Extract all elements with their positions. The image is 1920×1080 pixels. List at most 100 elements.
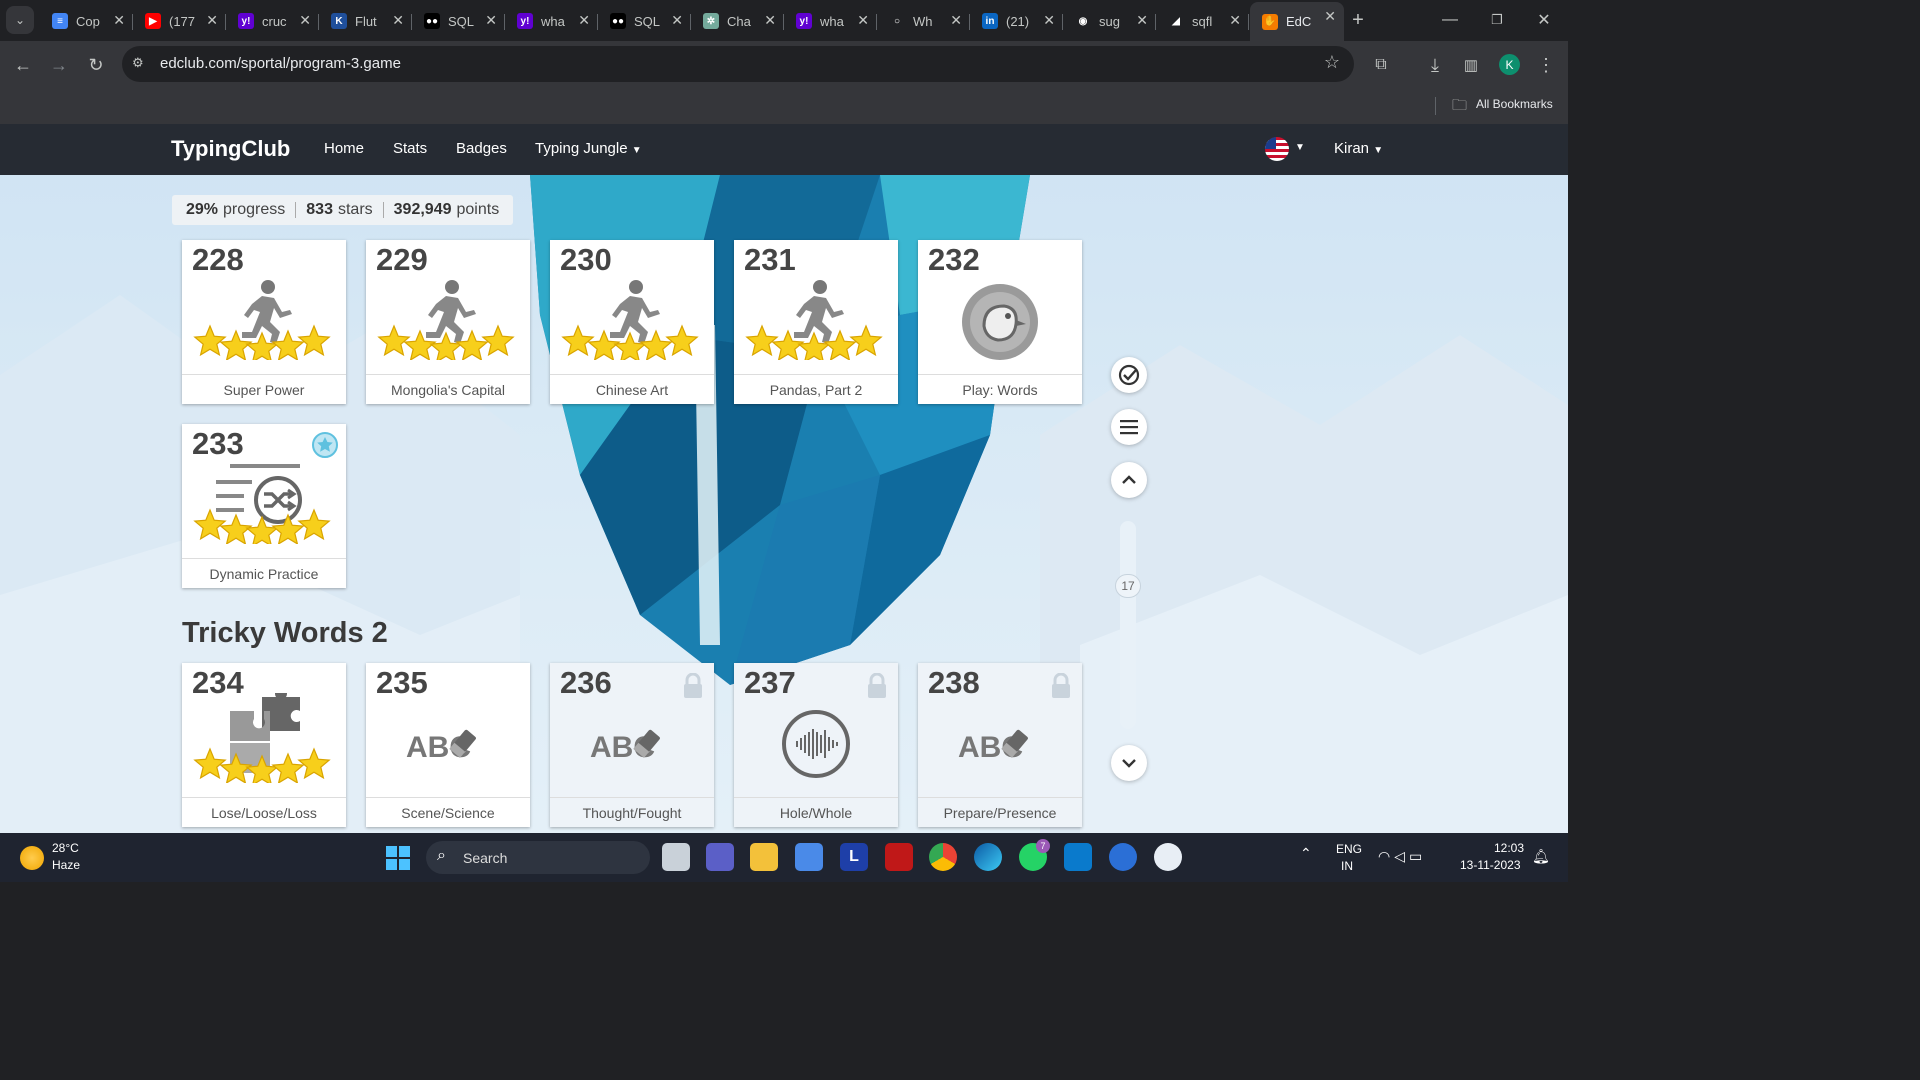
weather-temp[interactable]: 28°C (52, 841, 79, 855)
android-studio-icon[interactable] (1109, 843, 1137, 871)
browser-tab[interactable]: ≡ Cop ✕ (40, 6, 133, 36)
browser-tab[interactable]: y! wha ✕ (784, 6, 877, 36)
nav-home[interactable]: Home (324, 140, 364, 157)
reload-icon[interactable]: ↻ (82, 51, 110, 79)
tab-close-icon[interactable]: ✕ (1136, 12, 1148, 29)
menu-kebab-icon[interactable]: ⋮ (1532, 51, 1560, 79)
tab-close-icon[interactable]: ✕ (113, 12, 125, 29)
vscode-icon[interactable] (1064, 843, 1092, 871)
teams-chat-icon[interactable] (706, 843, 734, 871)
nav-typing-jungle[interactable]: Typing Jungle ▼ (535, 140, 642, 157)
clock-time[interactable]: 12:03 (1494, 841, 1524, 855)
check-circle-button[interactable] (1111, 357, 1147, 393)
tab-close-icon[interactable]: ✕ (857, 12, 869, 29)
chevron-up-icon[interactable]: ⌃ (1300, 845, 1312, 862)
new-tab-button[interactable]: + (1344, 6, 1372, 34)
tab-close-icon[interactable]: ✕ (485, 12, 497, 29)
tab-search-chevron-icon[interactable]: ⌄ (6, 6, 34, 34)
taskbar-search-box[interactable]: ⌕ Search (426, 841, 650, 874)
lesson-card[interactable]: 228 Super Power (182, 240, 346, 404)
back-icon[interactable]: ← (9, 51, 37, 79)
browser-tab[interactable]: ✋ EdC ✕ (1250, 2, 1344, 41)
restore-icon[interactable]: ❐ (1483, 6, 1511, 34)
browser-tab[interactable]: ●● SQL ✕ (412, 6, 505, 36)
browser-tab[interactable]: K Flut ✕ (319, 6, 412, 36)
minimize-icon[interactable]: — (1436, 6, 1464, 34)
tab-close-icon[interactable]: ✕ (578, 12, 590, 29)
brand-logo[interactable]: TypingClub (171, 136, 290, 162)
weather-desc[interactable]: Haze (52, 858, 80, 872)
scroll-down-button[interactable] (1111, 745, 1147, 781)
browser-tab[interactable]: ◉ sug ✕ (1063, 6, 1156, 36)
nav-stats[interactable]: Stats (393, 140, 427, 157)
divider (382, 202, 384, 218)
clock-date[interactable]: 13-11-2023 (1460, 858, 1521, 872)
language-code[interactable]: ENG (1336, 842, 1362, 856)
tab-favicon-icon: y! (796, 13, 812, 29)
scroll-track[interactable] (1120, 521, 1136, 729)
bookmark-star-icon[interactable]: ☆ (1324, 52, 1340, 73)
tab-title: (177 (169, 13, 196, 29)
profile-avatar[interactable]: K (1499, 54, 1520, 75)
close-window-icon[interactable]: ✕ (1530, 6, 1558, 34)
wifi-volume-battery-icons[interactable]: ◠◁▭ (1378, 848, 1426, 865)
tab-close-icon[interactable]: ✕ (1043, 12, 1055, 29)
site-info-icon[interactable]: ⚙ (132, 55, 150, 73)
task-view-icon[interactable] (662, 843, 690, 871)
tab-close-icon[interactable]: ✕ (299, 12, 311, 29)
lesson-card[interactable]: 238 ABC Prepare/Presence (918, 663, 1082, 827)
folder-icon[interactable]: 🗀 (1452, 95, 1467, 120)
lesson-card[interactable]: 229 Mongolia's Capital (366, 240, 530, 404)
lesson-card[interactable]: 236 ABC Thought/Fought (550, 663, 714, 827)
weather-icon[interactable] (20, 846, 44, 870)
side-panel-icon[interactable]: ▥ (1457, 51, 1485, 79)
browser-tab[interactable]: y! cruc ✕ (226, 6, 319, 36)
tab-close-icon[interactable]: ✕ (1324, 8, 1336, 25)
windows-start-icon[interactable] (386, 846, 410, 870)
browser-tab[interactable]: ○ Wh ✕ (877, 6, 970, 36)
lesson-card[interactable]: 235 ABC Scene/Science (366, 663, 530, 827)
tab-close-icon[interactable]: ✕ (1229, 12, 1241, 29)
file-explorer-icon[interactable] (750, 843, 778, 871)
caret-down-icon[interactable]: ▼ (1295, 142, 1305, 153)
lesson-card[interactable]: 230 Chinese Art (550, 240, 714, 404)
tab-close-icon[interactable]: ✕ (392, 12, 404, 29)
nav-badges[interactable]: Badges (456, 140, 507, 157)
browser-tab[interactable]: ▶ (177 ✕ (133, 6, 226, 36)
browser-tab[interactable]: ●● SQL ✕ (598, 6, 691, 36)
tab-close-icon[interactable]: ✕ (206, 12, 218, 29)
url-text[interactable]: edclub.com/sportal/program-3.game (160, 55, 401, 72)
extensions-icon[interactable]: ⧉ (1367, 51, 1395, 79)
all-bookmarks-link[interactable]: All Bookmarks (1476, 97, 1553, 111)
edge-icon[interactable] (974, 843, 1002, 871)
lesson-card[interactable]: 233 Dynamic Practice (182, 424, 346, 588)
download-icon[interactable]: ⤓ (1421, 51, 1449, 79)
browser-tab[interactable]: ✲ Cha ✕ (691, 6, 784, 36)
user-menu[interactable]: Kiran ▼ (1334, 140, 1383, 157)
browser-tab[interactable]: in (21) ✕ (970, 6, 1063, 36)
address-bar[interactable]: ⚙ edclub.com/sportal/program-3.game ☆ (122, 46, 1354, 82)
lesson-card[interactable]: 231 Pandas, Part 2 (734, 240, 898, 404)
lesson-card[interactable]: 234 Lose/Loose/Loss (182, 663, 346, 827)
tab-close-icon[interactable]: ✕ (671, 12, 683, 29)
microsoft-store-icon[interactable] (795, 843, 823, 871)
tab-close-icon[interactable]: ✕ (950, 12, 962, 29)
scroll-up-button[interactable] (1111, 462, 1147, 498)
mcafee-icon[interactable] (885, 843, 913, 871)
lesson-card[interactable]: 232 Play: Words (918, 240, 1082, 404)
lesson-card[interactable]: 237 Hole/Whole (734, 663, 898, 827)
browser-tab[interactable]: ◢ sqfl ✕ (1156, 6, 1249, 36)
chrome-icon[interactable] (929, 843, 957, 871)
forward-icon[interactable]: → (45, 51, 73, 79)
menu-button[interactable] (1111, 409, 1147, 445)
us-flag-icon[interactable] (1265, 137, 1289, 161)
app-icon[interactable] (1154, 843, 1182, 871)
tab-title: cruc (262, 13, 287, 29)
notification-bell-icon[interactable]: 🔔︎ (1532, 848, 1550, 865)
browser-tab[interactable]: y! wha ✕ (505, 6, 598, 36)
scroll-indicator[interactable]: 17 (1115, 574, 1141, 598)
tab-close-icon[interactable]: ✕ (764, 12, 776, 29)
language-region[interactable]: IN (1341, 859, 1353, 873)
lesson-number: 228 (192, 242, 244, 277)
lenovo-icon[interactable]: L (840, 843, 868, 871)
